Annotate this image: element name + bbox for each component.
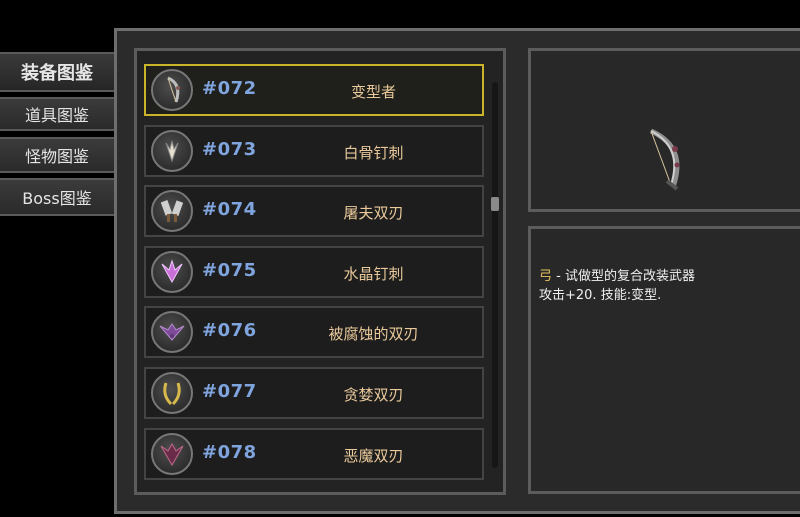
description-text: - 试做型的复合改装武器 [552, 269, 695, 284]
list-item[interactable]: #072 变型者 [144, 64, 484, 116]
greed-blades-icon [151, 372, 193, 414]
list-scrollbar[interactable] [492, 82, 498, 468]
tab-label: 道具图鉴 [24, 106, 89, 125]
tab-equipment-codex[interactable]: 装备图鉴 [0, 52, 116, 92]
item-number: #076 [202, 320, 257, 341]
tab-label: 怪物图鉴 [24, 147, 89, 166]
item-number: #072 [202, 78, 257, 99]
list-item[interactable]: #077 贪婪双刃 [144, 367, 484, 419]
list-item[interactable]: #074 屠夫双刃 [144, 185, 484, 237]
tab-monster-codex[interactable]: 怪物图鉴 [0, 137, 116, 173]
tab-label: 装备图鉴 [21, 63, 93, 84]
item-number: #078 [202, 442, 257, 463]
scrollbar-thumb[interactable] [491, 197, 499, 211]
tab-label: Boss图鉴 [22, 189, 92, 208]
item-name: 水晶钉刺 [343, 265, 404, 283]
list-item[interactable]: #078 恶魔双刃 [144, 428, 484, 480]
item-name: 贪婪双刃 [343, 386, 404, 404]
tab-boss-codex[interactable]: Boss图鉴 [0, 178, 116, 216]
butcher-blades-icon [151, 190, 193, 232]
tab-item-codex[interactable]: 道具图鉴 [0, 97, 116, 131]
demon-blades-icon [151, 433, 193, 475]
bow-icon [649, 128, 680, 191]
item-number: #074 [202, 199, 257, 220]
item-number: #073 [202, 139, 257, 160]
item-number: #075 [202, 260, 257, 281]
item-name: 白骨钉刺 [343, 144, 404, 162]
bone-spike-icon [151, 130, 193, 172]
bow-icon [151, 69, 193, 111]
description-line-1: 弓 - 试做型的复合改装武器 [539, 267, 800, 286]
item-name: 变型者 [350, 83, 396, 101]
item-name: 被腐蚀的双刃 [328, 325, 419, 343]
weapon-type: 弓 [539, 269, 553, 284]
crystal-spike-icon [151, 251, 193, 293]
list-item[interactable]: #073 白骨钉刺 [144, 125, 484, 177]
corroded-blades-icon [151, 311, 193, 353]
item-name: 屠夫双刃 [343, 204, 404, 222]
item-description-panel: 弓 - 试做型的复合改装武器 攻击+20. 技能:变型. [528, 226, 800, 494]
list-item[interactable]: #075 水晶钉刺 [144, 246, 484, 298]
codex-screen: 装备图鉴 道具图鉴 怪物图鉴 Boss图鉴 #072 变型者 #073 白骨钉刺 [0, 0, 800, 517]
item-preview-panel [528, 48, 800, 212]
item-name: 恶魔双刃 [343, 447, 404, 465]
description-line-2: 攻击+20. 技能:变型. [539, 288, 662, 303]
item-number: #077 [202, 381, 257, 402]
list-item[interactable]: #076 被腐蚀的双刃 [144, 306, 484, 358]
